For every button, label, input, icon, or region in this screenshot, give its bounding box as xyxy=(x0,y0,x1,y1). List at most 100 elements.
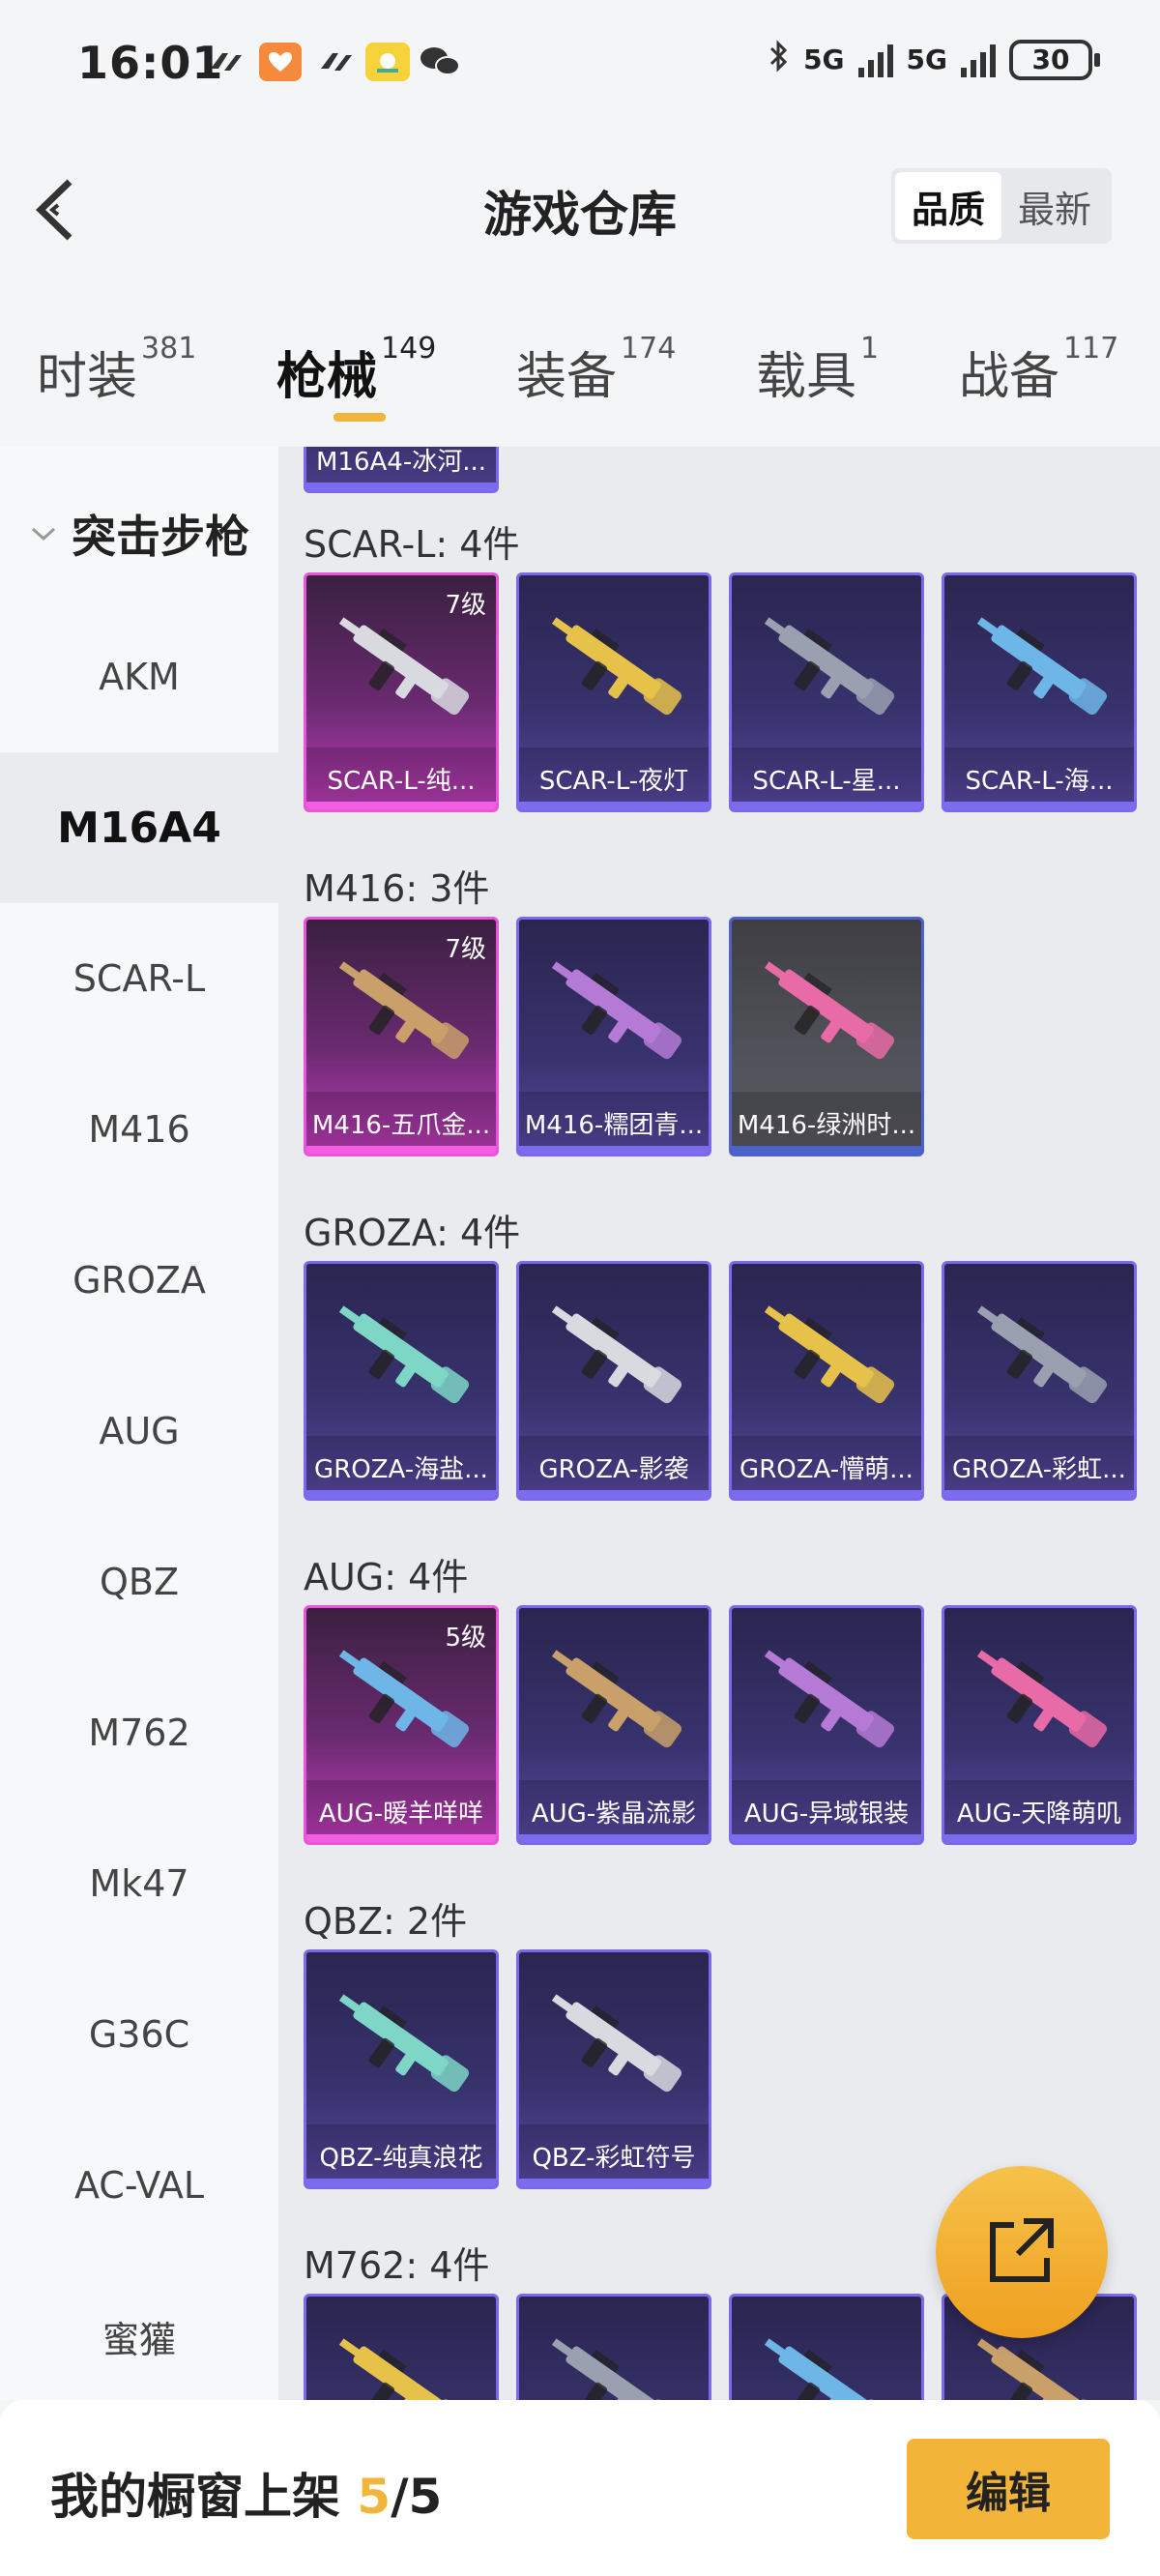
item-card-label: GROZA-海盐... xyxy=(306,1436,496,1498)
item-card-label: M416-五爪金... xyxy=(306,1092,496,1154)
showcase-separator: / xyxy=(391,2469,409,2525)
item-card-partial[interactable]: M16A4-冰河... xyxy=(304,447,499,493)
back-chevron-icon[interactable] xyxy=(31,176,89,244)
wechat-icon xyxy=(418,43,462,81)
item-card[interactable] xyxy=(729,2294,924,2400)
sidebar-item-g36c[interactable]: G36C xyxy=(0,1959,278,2110)
app-notification-icon-2 xyxy=(315,43,358,81)
weapon-image-icon xyxy=(551,2338,682,2400)
item-card[interactable]: GROZA-彩虹... xyxy=(942,1261,1137,1501)
item-card-label: QBZ-纯真浪花 xyxy=(306,2124,496,2186)
sidebar-item-honey-badger[interactable]: 蜜獾 xyxy=(0,2261,278,2412)
item-card[interactable]: GROZA-懵萌... xyxy=(729,1261,924,1501)
heart-app-icon xyxy=(259,43,302,81)
bluetooth-icon xyxy=(768,39,790,80)
sidebar-category[interactable]: 突击步枪 xyxy=(0,485,278,582)
sidebar-item-m16a4[interactable]: M16A4 xyxy=(0,752,278,903)
item-card-rarity-bar xyxy=(732,1146,921,1154)
battery-icon: 30 xyxy=(1009,39,1100,80)
sidebar-item-m416[interactable]: M416 xyxy=(0,1054,278,1205)
item-card[interactable]: M416-糯团青... xyxy=(516,917,711,1156)
category-tabs: 时装 381 枪械 149 装备 174 载具 1 战备 117 xyxy=(0,297,1160,447)
showcase-status: 我的橱窗上架 5/5 xyxy=(50,2458,442,2528)
weapon-image-icon xyxy=(338,2338,470,2400)
item-card-rarity-bar xyxy=(519,2179,709,2186)
share-external-button[interactable] xyxy=(936,2166,1108,2338)
item-card-rarity-bar xyxy=(306,802,496,809)
bottom-bar: 我的橱窗上架 5/5 编辑 xyxy=(0,2400,1160,2576)
item-card[interactable]: 7级 SCAR-L-纯... xyxy=(304,572,499,812)
sidebar-item-qbz[interactable]: QBZ xyxy=(0,1507,278,1657)
tab-vehicles[interactable]: 载具 1 xyxy=(756,332,879,408)
weapon-image-icon xyxy=(338,961,470,1060)
item-card[interactable]: SCAR-L-星... xyxy=(729,572,924,812)
sort-option-newest[interactable]: 最新 xyxy=(1001,172,1108,240)
item-card[interactable]: AUG-异域银装 xyxy=(729,1605,924,1845)
item-card[interactable]: M416-绿洲时... xyxy=(729,917,924,1156)
item-card-rarity-bar xyxy=(519,1146,709,1154)
item-card-label: GROZA-影袭 xyxy=(519,1436,709,1498)
item-card[interactable]: 5级 AUG-暖羊咩咩 xyxy=(304,1605,499,1845)
active-tab-underline xyxy=(334,413,386,422)
item-card[interactable]: QBZ-彩虹符号 xyxy=(516,1949,711,2189)
network-label-1: 5G xyxy=(803,44,845,75)
group-title: AUG: 4件 xyxy=(304,1556,469,1598)
tab-count: 117 xyxy=(1063,332,1119,366)
sidebar-item-aug[interactable]: AUG xyxy=(0,1356,278,1507)
weapon-image-icon xyxy=(976,617,1108,716)
showcase-label: 我的橱窗上架 xyxy=(50,2469,340,2525)
weapon-image-icon xyxy=(976,1305,1108,1404)
item-card[interactable]: QBZ-纯真浪花 xyxy=(304,1949,499,2189)
sidebar-item-mk47[interactable]: Mk47 xyxy=(0,1808,278,1959)
item-card[interactable]: AUG-紫晶流影 xyxy=(516,1605,711,1845)
weapon-image-icon xyxy=(551,1994,682,2093)
item-card-label: AUG-紫晶流影 xyxy=(519,1780,709,1842)
tab-label: 载具 xyxy=(756,348,857,406)
status-time: 16:01 xyxy=(77,37,224,89)
item-card-label: M416-绿洲时... xyxy=(732,1092,921,1154)
weapon-image-icon xyxy=(764,1305,895,1404)
item-card[interactable]: 7级 M416-五爪金... xyxy=(304,917,499,1156)
sidebar-category-label: 突击步枪 xyxy=(72,511,249,563)
sidebar-item-scar-l[interactable]: SCAR-L xyxy=(0,903,278,1054)
weapon-image-icon xyxy=(976,2338,1108,2400)
weapon-image-icon xyxy=(764,617,895,716)
item-grid-area: M16A4-冰河... SCAR-L: 4件 7级 SCAR-L-纯... SCAR-… xyxy=(278,447,1160,2400)
item-card[interactable] xyxy=(516,2294,711,2400)
item-card[interactable]: GROZA-影袭 xyxy=(516,1261,711,1501)
sort-option-quality[interactable]: 品质 xyxy=(895,172,1001,240)
sort-toggle[interactable]: 品质 最新 xyxy=(891,168,1112,244)
weapon-image-icon xyxy=(338,1305,470,1404)
tab-weapons[interactable]: 枪械 149 xyxy=(276,332,436,408)
tab-supplies[interactable]: 战备 117 xyxy=(959,332,1118,408)
item-card-label: AUG-天降萌叽 xyxy=(944,1780,1134,1842)
sidebar-item-m762[interactable]: M762 xyxy=(0,1657,278,1808)
share-external-icon xyxy=(985,2213,1058,2291)
item-grade-badge: 7级 xyxy=(445,591,486,620)
weapon-image-icon xyxy=(551,1305,682,1404)
group-title: M416: 3件 xyxy=(304,867,490,910)
item-card-rarity-bar xyxy=(306,1146,496,1154)
item-card[interactable] xyxy=(304,2294,499,2400)
item-card[interactable]: GROZA-海盐... xyxy=(304,1261,499,1501)
item-card-rarity-bar xyxy=(519,1490,709,1498)
sidebar-item-groza[interactable]: GROZA xyxy=(0,1205,278,1356)
weapon-image-icon xyxy=(338,1650,470,1748)
tab-equipment[interactable]: 装备 174 xyxy=(516,332,676,408)
tab-count: 174 xyxy=(621,332,677,366)
sidebar-item-akm[interactable]: AKM xyxy=(0,601,278,752)
edit-button[interactable]: 编辑 xyxy=(907,2439,1110,2539)
item-card-rarity-bar xyxy=(306,1834,496,1842)
item-card[interactable]: AUG-天降萌叽 xyxy=(942,1605,1137,1845)
item-card-label: SCAR-L-星... xyxy=(732,747,921,809)
weapon-image-icon xyxy=(338,1994,470,2093)
item-card[interactable]: SCAR-L-夜灯 xyxy=(516,572,711,812)
tab-fashion[interactable]: 时装 381 xyxy=(37,332,196,408)
group-title: GROZA: 4件 xyxy=(304,1212,521,1254)
sidebar-item-ac-val[interactable]: AC-VAL xyxy=(0,2110,278,2261)
item-card[interactable]: SCAR-L-海... xyxy=(942,572,1137,812)
tab-count: 149 xyxy=(381,332,437,366)
item-card-rarity-bar xyxy=(944,802,1134,809)
item-card-rarity-bar xyxy=(944,1834,1134,1842)
group-title: QBZ: 2件 xyxy=(304,1900,468,1943)
